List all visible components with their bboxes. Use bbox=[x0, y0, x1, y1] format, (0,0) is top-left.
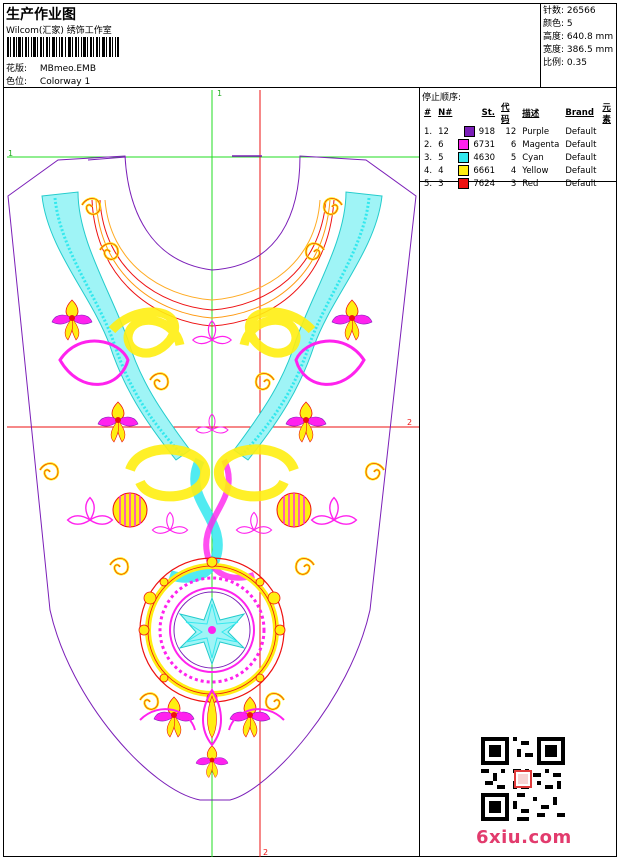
guide-label-v1: 1 bbox=[217, 89, 222, 98]
qr-code-icon bbox=[481, 737, 565, 821]
guide-label-h1: 1 bbox=[8, 149, 13, 158]
embroidery-design: 1 1 2 2 bbox=[7, 89, 419, 857]
guide-label-v2: 2 bbox=[263, 848, 268, 857]
watermark-logo: 6xiu.com bbox=[476, 827, 572, 848]
guide-label-h2: 2 bbox=[407, 418, 412, 427]
